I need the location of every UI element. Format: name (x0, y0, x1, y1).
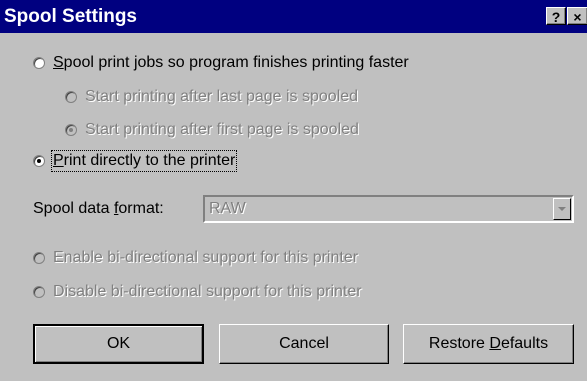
ok-button[interactable]: OK (33, 324, 204, 364)
radio-spool-jobs-label: Spool print jobs so program finishes pri… (53, 54, 409, 71)
help-button[interactable]: ? (546, 7, 566, 25)
radio-after-first-page-label: Start printing after first page is spool… (85, 121, 359, 138)
radio-enable-bidi[interactable]: Enable bi-directional support for this p… (33, 249, 358, 267)
radio-selected-dot (37, 159, 41, 163)
radio-print-direct-label: Print directly to the printer (50, 150, 238, 172)
radio-after-last-page-indicator[interactable] (65, 91, 77, 103)
radio-spool-jobs-indicator[interactable] (33, 57, 45, 69)
radio-after-first-page[interactable]: Start printing after first page is spool… (65, 121, 359, 139)
radio-selected-dot (69, 128, 73, 132)
restore-defaults-button[interactable]: Restore Defaults (403, 324, 574, 364)
radio-enable-bidi-indicator[interactable] (33, 252, 45, 264)
spool-data-format-value: RAW (209, 200, 246, 217)
radio-spool-jobs[interactable]: Spool print jobs so program finishes pri… (33, 54, 409, 72)
dialog-title: Spool Settings (4, 6, 137, 27)
dropdown-arrow-button[interactable] (553, 198, 571, 220)
chevron-down-icon (558, 207, 566, 211)
spool-data-format-label: Spool data format: (33, 200, 164, 217)
radio-after-first-page-indicator[interactable] (65, 124, 77, 136)
spool-data-format-select[interactable]: RAW (203, 195, 574, 223)
close-button[interactable]: × (567, 7, 587, 25)
radio-after-last-page-label: Start printing after last page is spoole… (85, 88, 359, 105)
radio-disable-bidi-label: Disable bi-directional support for this … (53, 283, 362, 300)
radio-disable-bidi[interactable]: Disable bi-directional support for this … (33, 283, 362, 301)
radio-disable-bidi-indicator[interactable] (33, 286, 45, 298)
spool-settings-dialog: Spool Settings ? × Spool print jobs so p… (0, 0, 587, 381)
title-bar[interactable]: Spool Settings ? × (0, 0, 587, 33)
radio-after-last-page[interactable]: Start printing after last page is spoole… (65, 88, 358, 106)
radio-enable-bidi-label: Enable bi-directional support for this p… (53, 249, 359, 266)
cancel-button[interactable]: Cancel (219, 324, 389, 364)
radio-print-direct-indicator[interactable] (33, 155, 45, 167)
radio-print-direct[interactable]: Print directly to the printer (33, 150, 238, 172)
